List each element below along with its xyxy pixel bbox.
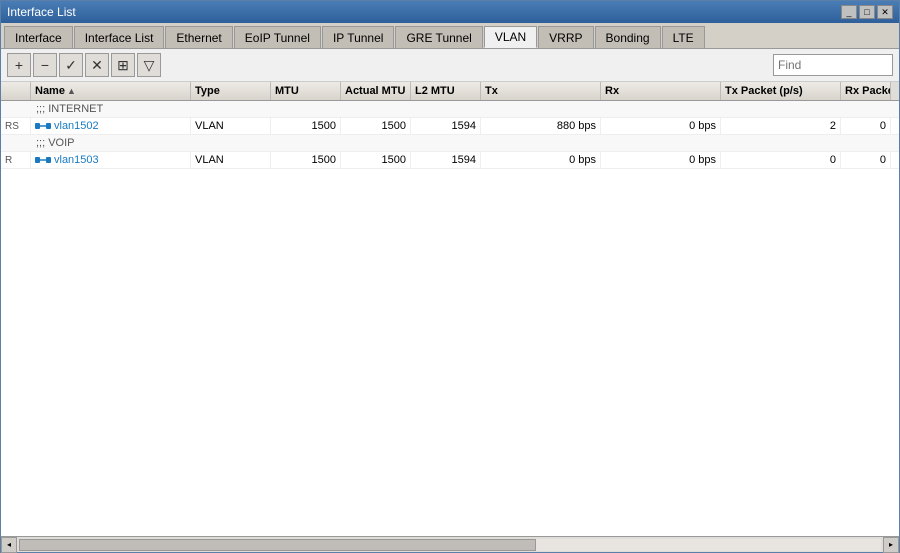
remove-button[interactable]: − [33, 53, 57, 77]
row-actual-mtu-2: 1500 [341, 152, 411, 168]
close-button[interactable]: ✕ [877, 5, 893, 19]
enable-button[interactable]: ✓ [59, 53, 83, 77]
col-rx[interactable]: Rx [601, 82, 721, 100]
main-window: Interface List _ □ ✕ Interface Interface… [0, 0, 900, 553]
table-header: Name ▲ Type MTU Actual MTU L2 MTU Tx Rx [1, 82, 899, 101]
group-internet: ;;; INTERNET [1, 101, 899, 118]
title-bar: Interface List _ □ ✕ [1, 1, 899, 23]
interface-icon-2 [35, 154, 51, 166]
col-tx-packet[interactable]: Tx Packet (p/s) [721, 82, 841, 100]
maximize-button[interactable]: □ [859, 5, 875, 19]
row-tx-packet-1: 2 [721, 118, 841, 134]
row-tx-packet-2: 0 [721, 152, 841, 168]
row-tx-2: 0 bps [481, 152, 601, 168]
filter-button[interactable]: ▽ [137, 53, 161, 77]
scroll-track[interactable] [19, 539, 881, 551]
tab-gre-tunnel[interactable]: GRE Tunnel [395, 26, 482, 48]
col-status [1, 82, 31, 100]
row-actual-mtu-1: 1500 [341, 118, 411, 134]
tab-ethernet[interactable]: Ethernet [165, 26, 232, 48]
tab-vrrp[interactable]: VRRP [538, 26, 593, 48]
row-name-1: vlan1502 [31, 118, 191, 134]
col-l2-mtu[interactable]: L2 MTU [411, 82, 481, 100]
tab-lte[interactable]: LTE [662, 26, 705, 48]
row-name-2: vlan1503 [31, 152, 191, 168]
row-l2-mtu-1: 1594 [411, 118, 481, 134]
table-row[interactable]: R vlan1503 VLAN 1500 [1, 152, 899, 169]
row-status-2: R [1, 152, 31, 168]
find-input[interactable] [773, 54, 893, 76]
row-type-2: VLAN [191, 152, 271, 168]
col-rx-packet[interactable]: Rx Packet (p/s) [841, 82, 891, 100]
tab-interface-list[interactable]: Interface List [74, 26, 165, 48]
toolbar: + − ✓ ✕ ⊞ ▽ [1, 49, 899, 82]
col-type[interactable]: Type [191, 82, 271, 100]
row-type-1: VLAN [191, 118, 271, 134]
row-l2-mtu-2: 1594 [411, 152, 481, 168]
title-bar-buttons: _ □ ✕ [841, 5, 893, 19]
col-name[interactable]: Name ▲ [31, 82, 191, 100]
horizontal-scrollbar[interactable]: ◂ ▸ [1, 536, 899, 552]
tabs-bar: Interface Interface List Ethernet EoIP T… [1, 23, 899, 49]
scroll-right-button[interactable]: ▸ [883, 537, 899, 553]
row-rx-1: 0 bps [601, 118, 721, 134]
scroll-thumb[interactable] [19, 539, 536, 551]
scroll-left-button[interactable]: ◂ [1, 537, 17, 553]
disable-button[interactable]: ✕ [85, 53, 109, 77]
tab-ip-tunnel[interactable]: IP Tunnel [322, 26, 394, 48]
minimize-button[interactable]: _ [841, 5, 857, 19]
row-rx-packet-1: 0 [841, 118, 891, 134]
col-mtu[interactable]: MTU [271, 82, 341, 100]
row-rx-2: 0 bps [601, 152, 721, 168]
table-body: ;;; INTERNET RS vlan1502 [1, 101, 899, 536]
col-tx[interactable]: Tx [481, 82, 601, 100]
sort-arrow-name: ▲ [67, 86, 76, 96]
table-row[interactable]: RS vlan1502 VLAN 1500 [1, 118, 899, 135]
window-title: Interface List [7, 5, 76, 19]
group-voip: ;;; VOIP [1, 135, 899, 152]
add-button[interactable]: + [7, 53, 31, 77]
tab-interface[interactable]: Interface [4, 26, 73, 48]
tab-bonding[interactable]: Bonding [595, 26, 661, 48]
tab-vlan[interactable]: VLAN [484, 26, 537, 48]
interface-icon-1 [35, 120, 51, 132]
row-status-1: RS [1, 118, 31, 134]
col-actual-mtu[interactable]: Actual MTU [341, 82, 411, 100]
content-area: Name ▲ Type MTU Actual MTU L2 MTU Tx Rx [1, 82, 899, 536]
copy-button[interactable]: ⊞ [111, 53, 135, 77]
row-tx-1: 880 bps [481, 118, 601, 134]
row-mtu-1: 1500 [271, 118, 341, 134]
row-rx-packet-2: 0 [841, 152, 891, 168]
row-mtu-2: 1500 [271, 152, 341, 168]
tab-eoip-tunnel[interactable]: EoIP Tunnel [234, 26, 321, 48]
